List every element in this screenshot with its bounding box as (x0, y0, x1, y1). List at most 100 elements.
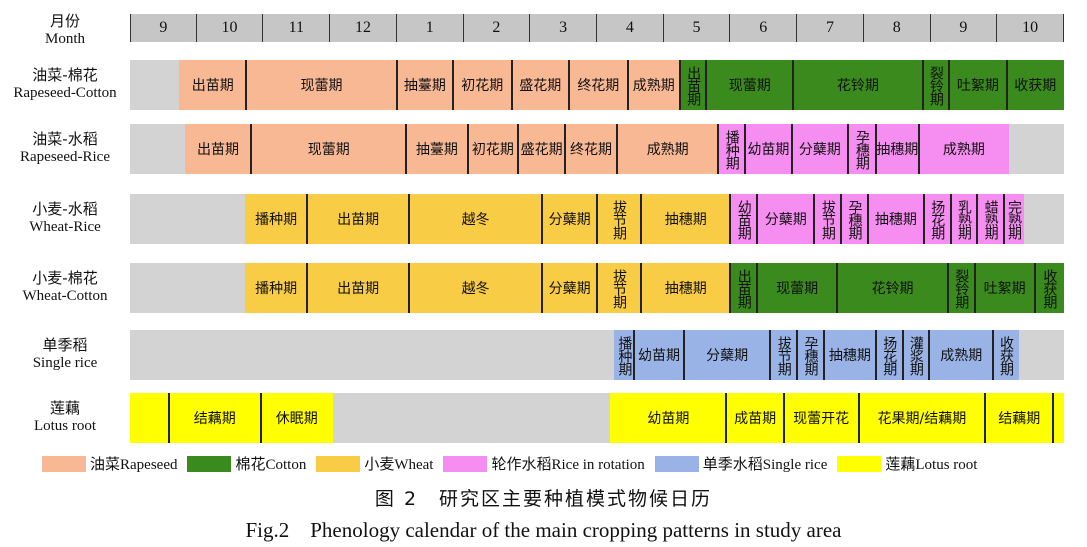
phase-divider (596, 194, 598, 244)
row-label-en: Lotus root (33, 418, 97, 434)
phase-divider (948, 60, 951, 110)
phase-divider (259, 393, 262, 443)
legend: 油菜Rapeseed 棉花Cotton 小麦Wheat 轮作水稻Rice in rot… (42, 453, 987, 474)
phase-segment: 盛花期 (511, 60, 569, 110)
phase-divider (729, 263, 732, 313)
month-cell: 10 (997, 14, 1064, 42)
legend-label: 棉花Cotton (235, 457, 307, 473)
phase-segment: 播种期 (614, 330, 635, 380)
phase-divider (306, 263, 309, 313)
phase-segment: 出苗期 (307, 263, 409, 313)
phase-segment: 现蕾开花 (783, 393, 859, 443)
phase-segment: 成熟期 (929, 330, 994, 380)
phase-segment: 拔节期 (597, 263, 642, 313)
phase-divider (705, 60, 708, 110)
phase-segment: 孕穗期 (847, 124, 876, 174)
phase-divider (921, 60, 924, 110)
phase-segment: 现蕾期 (757, 263, 838, 313)
row-label: 油菜-棉花 Rapeseed-Cotton (0, 66, 130, 102)
phase-segment: 播种期 (718, 124, 746, 174)
phase-segment: 现蕾期 (251, 124, 407, 174)
phase-divider (756, 263, 759, 313)
phase-segment: 灌浆期 (902, 330, 930, 380)
phase-segment (1053, 393, 1064, 443)
phase-divider (633, 330, 636, 380)
phase-divider (756, 194, 759, 244)
row-label-cn: 单季稻 (42, 336, 88, 354)
phase-divider (510, 60, 513, 110)
phase-divider (922, 194, 925, 244)
figure-caption-cn: 图 2 研究区主要种植模式物候日历 (374, 488, 713, 510)
phase-divider (451, 60, 454, 110)
row-label-en: Single rice (32, 355, 98, 371)
legend-label: 轮作水稻Rice in rotation (491, 457, 645, 473)
phase-segment: 抽穗期 (823, 330, 876, 380)
phase-segment: 花铃期 (793, 60, 923, 110)
phase-divider (725, 393, 728, 443)
phase-divider (874, 330, 877, 380)
phase-divider (717, 124, 720, 174)
legend-item: 莲藕Lotus root (837, 453, 977, 474)
phase-segment: 播种期 (244, 263, 308, 313)
phase-segment: 终花期 (564, 124, 617, 174)
phase-divider (616, 124, 618, 174)
phase-segment: 成熟期 (617, 124, 719, 174)
row-label-cn: 油菜-棉花 (32, 66, 98, 84)
month-cell: 3 (530, 14, 597, 42)
phase-segment: 出苗期 (307, 194, 409, 244)
phase-divider (992, 330, 995, 380)
month-cell: 9 (130, 14, 197, 42)
phase-segment: 越冬 (408, 263, 543, 313)
legend-item: 小麦Wheat (316, 453, 433, 474)
phase-divider (874, 124, 877, 174)
legend-item: 轮作水稻Rice in rotation (443, 453, 645, 474)
legend-label: 莲藕Lotus root (885, 457, 978, 473)
month-cell: 11 (263, 14, 331, 42)
phase-segment: 吐絮期 (974, 263, 1035, 313)
row-label-cn: 小麦-棉花 (32, 269, 98, 287)
phase-segment: 初花期 (452, 60, 512, 110)
phase-segment: 幼苗期 (610, 393, 727, 443)
legend-item: 单季水稻Single rice (654, 453, 827, 474)
phase-divider (984, 393, 987, 443)
phase-segment: 拔节期 (770, 330, 798, 380)
row-label-en: Rapeseed-Rice (20, 149, 110, 165)
phase-divider (245, 60, 248, 110)
phase-divider (517, 124, 520, 174)
month-cell: 9 (930, 14, 998, 42)
row-label: 单季稻 Single rice (0, 336, 130, 372)
phase-segment: 越冬 (408, 194, 543, 244)
phase-divider (792, 60, 795, 110)
phase-segment: 收获期 (1034, 263, 1064, 313)
month-cell: 12 (330, 14, 397, 42)
phase-segment: 休眠期 (260, 393, 333, 443)
phase-divider (917, 124, 920, 174)
phase-segment: 乳熟期 (950, 194, 978, 244)
month-cell: 10 (196, 14, 264, 42)
phase-segment: 收获期 (1006, 60, 1064, 110)
row-label-cn: 小麦-水稻 (32, 200, 98, 218)
row-label-en: Rapeseed-Cotton (13, 85, 117, 101)
phase-segment: 孕穗期 (797, 330, 824, 380)
phase-segment: 拔节期 (597, 194, 642, 244)
legend-swatch (187, 455, 232, 472)
phase-segment: 分蘖期 (791, 124, 848, 174)
phase-divider (796, 330, 799, 380)
phase-divider (928, 330, 931, 380)
phase-divider (857, 393, 860, 443)
phase-segment: 出苗期 (179, 60, 247, 110)
month-cell: 8 (863, 14, 931, 42)
phase-divider (976, 194, 979, 244)
phase-segment: 分蘖期 (683, 330, 771, 380)
phase-segment: 成熟期 (918, 124, 1010, 174)
phase-divider (729, 194, 732, 244)
phase-segment: 结藕期 (168, 393, 261, 443)
phase-segment: 抽穗期 (641, 263, 731, 313)
phase-segment: 花铃期 (837, 263, 948, 313)
phase-divider (678, 60, 681, 110)
phase-segment: 结藕期 (985, 393, 1054, 443)
phase-divider (640, 263, 643, 313)
phase-divider (167, 393, 170, 443)
phase-segment: 成熟期 (627, 60, 680, 110)
phase-segment: 抽穗期 (641, 194, 731, 244)
